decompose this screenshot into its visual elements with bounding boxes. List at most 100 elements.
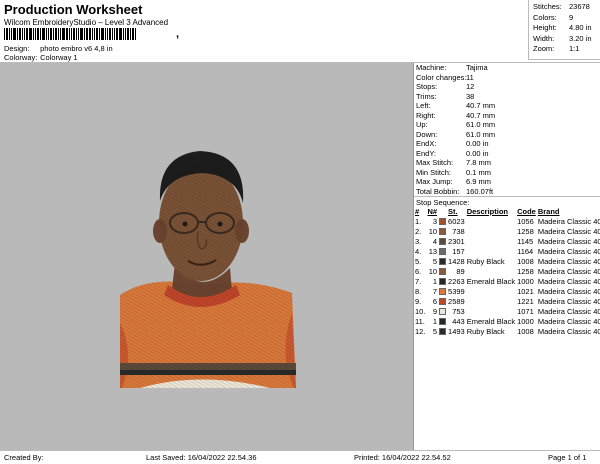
barcode-bar: [35, 28, 36, 40]
machine-row: Trims: 38: [416, 92, 600, 102]
stop-sequence-heading: Stop Sequence:: [416, 198, 470, 207]
barcode-bar: [6, 28, 8, 40]
sequence-number: 5.: [415, 257, 422, 266]
needle-number: 4: [432, 237, 438, 246]
stat-row: Zoom: 1:1: [533, 44, 600, 55]
sequence-number: 11.: [415, 317, 425, 326]
machine-row: Color changes:11: [416, 73, 600, 83]
machine-value: 40.7 mm: [466, 101, 496, 110]
needle-number: 10: [428, 227, 438, 236]
sequence-number: 1.: [415, 217, 422, 226]
color-description: [467, 237, 517, 247]
barcode-bar: [46, 28, 47, 40]
machine-label: Machine:: [416, 63, 447, 72]
column-header: Brand: [537, 207, 560, 216]
divider: [0, 450, 600, 451]
color-description: [467, 267, 517, 277]
color-swatch: [439, 237, 448, 247]
table-row: 9. 6 2589 1221 Madeira Classic 40: [415, 297, 600, 307]
color-swatch: [439, 227, 448, 237]
created-by: Created By:: [4, 453, 44, 462]
color-swatch: [439, 287, 448, 297]
barcode-bar: [62, 28, 65, 40]
color-swatch: [439, 297, 448, 307]
barcode-bar: [53, 28, 54, 40]
barcode-bar: [125, 28, 126, 40]
barcode-bar: [109, 28, 111, 40]
barcode-bar: [9, 28, 10, 40]
needle-number: 3: [432, 217, 438, 226]
thread-code: 1258: [517, 227, 534, 236]
barcode-bar: [92, 28, 93, 40]
thread-code: 1021: [517, 287, 534, 296]
barcode-bar: [69, 28, 70, 40]
barcode-bar: [80, 28, 83, 40]
design-label: Design:: [4, 44, 30, 53]
barcode-bar: [11, 28, 12, 40]
machine-row: Max Stitch: 7.8 mm: [416, 158, 600, 168]
barcode-bar: [127, 28, 129, 40]
color-description: [467, 307, 517, 317]
stat-row: Height: 4.80 in: [533, 23, 600, 34]
thread-code: 1221: [517, 297, 534, 306]
machine-label: Down:: [416, 129, 438, 139]
column-header: #: [415, 207, 420, 216]
machine-row: Stops: 12: [416, 82, 600, 92]
machine-row: Right: 40.7 mm: [416, 111, 600, 121]
color-description: Ruby Black: [466, 327, 505, 336]
thread-color-swatch: [439, 248, 447, 255]
needle-number: 6: [432, 297, 438, 306]
colorway-value: Colorway 1: [40, 53, 78, 62]
color-swatch: [439, 247, 448, 257]
barcode-bar: [94, 28, 95, 40]
barcode-bar: [26, 28, 28, 40]
sequence-number: 12.: [415, 327, 426, 336]
color-description: Ruby Black: [466, 257, 505, 266]
machine-value: 12: [466, 82, 475, 91]
thread-brand: Madeira Classic 40: [537, 217, 600, 226]
sequence-number: 7.: [415, 277, 422, 286]
barcode-bar: [84, 28, 85, 40]
thread-code: 1008: [517, 327, 534, 336]
barcode-bar: [101, 28, 104, 40]
machine-row: Machine: Tajima: [416, 63, 600, 73]
thread-brand: Madeira Classic 40: [537, 267, 600, 276]
needle-number: 13: [428, 247, 438, 256]
thread-brand: Madeira Classic 40: [537, 297, 600, 306]
column-header: St.: [448, 207, 458, 216]
thread-brand: Madeira Classic 40: [537, 227, 600, 236]
thread-code: 1000: [517, 317, 534, 326]
colorway-row: Colorway: Colorway 1: [4, 53, 78, 62]
sequence-number: 6.: [415, 267, 422, 276]
stat-row: Colors: 9: [533, 13, 600, 24]
stat-row: Stitches: 23678: [533, 2, 600, 13]
machine-label: EndY:: [416, 148, 437, 158]
stitch-count: 5399: [448, 287, 465, 296]
barcode-bar: [107, 28, 108, 40]
color-description: [467, 227, 517, 237]
barcode-bar: [86, 28, 88, 40]
thread-brand: Madeira Classic 40: [537, 327, 600, 336]
color-swatch: [439, 317, 448, 327]
color-description: [467, 217, 517, 227]
stat-label: Zoom:: [533, 44, 555, 53]
table-row: 1. 3 6023 1056 Madeira Classic 40: [415, 217, 600, 227]
stitch-texture: [159, 165, 243, 281]
machine-label: Color changes:: [416, 72, 467, 82]
thread-brand: Madeira Classic 40: [537, 287, 600, 296]
color-description: [467, 287, 517, 297]
stat-row: Width: 3.20 in: [533, 34, 600, 45]
machine-value: 160.07ft: [466, 186, 494, 196]
machine-panel: Machine: Tajima Color changes:11 Stops: 12 Tr…: [414, 63, 600, 196]
machine-value: 38: [466, 91, 475, 101]
machine-value: 6.9 mm: [466, 177, 492, 186]
table-row: 2. 10 738 1258 Madeira Classic 40: [415, 227, 600, 237]
machine-row: Up: 61.0 mm: [416, 120, 600, 130]
thread-color-swatch: [439, 218, 447, 225]
page-number: Page 1 of 1: [548, 453, 587, 462]
barcode-tail: ,: [176, 28, 180, 40]
color-swatch: [439, 267, 448, 277]
barcode-bar: [19, 28, 21, 40]
barcode-bar: [24, 28, 25, 40]
thread-code: 1258: [517, 267, 534, 276]
